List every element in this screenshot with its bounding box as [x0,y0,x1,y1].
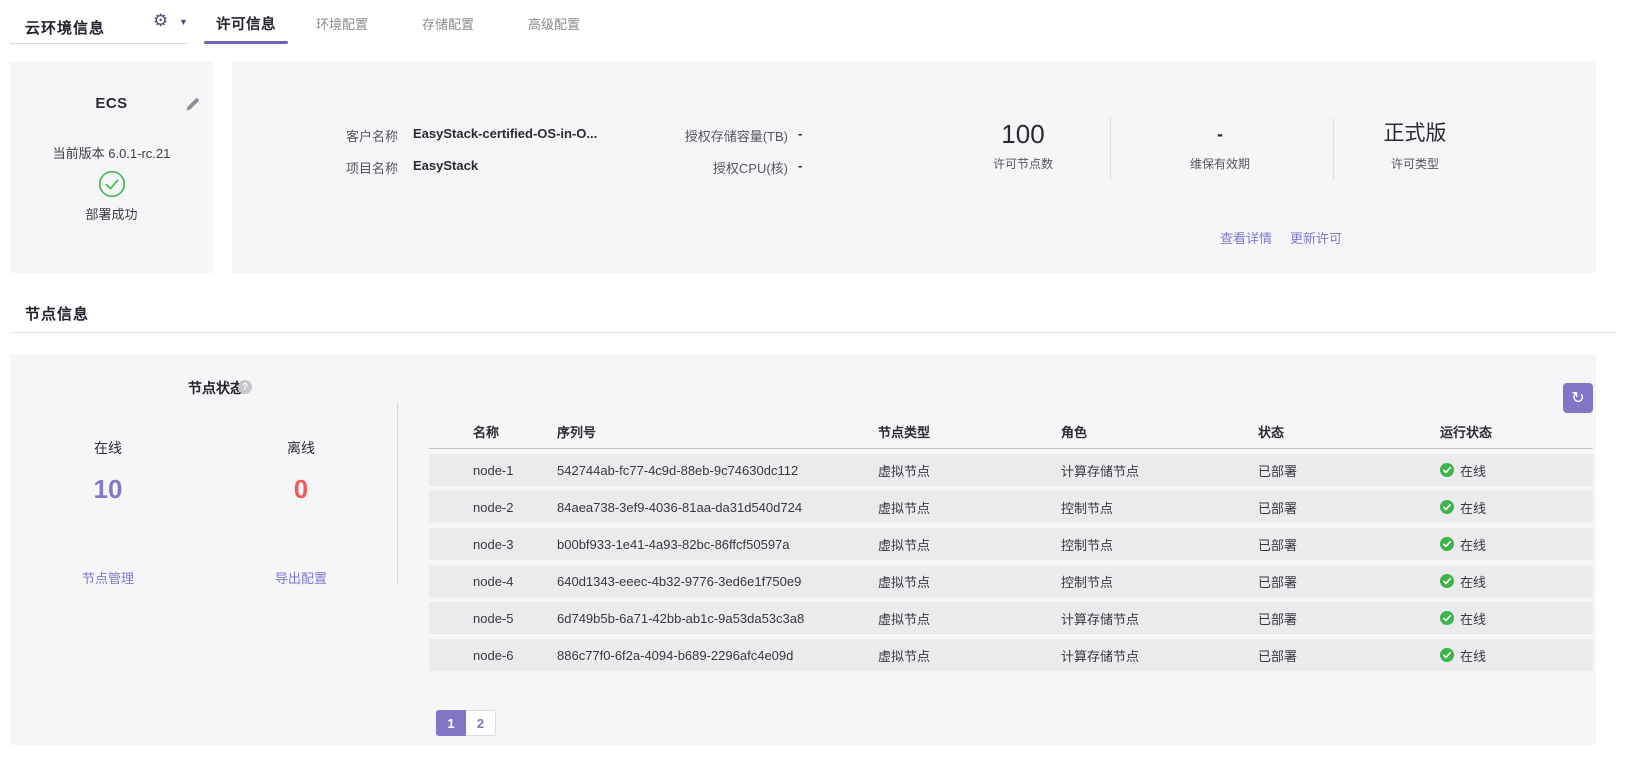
field-label-customer: 客户名称 [268,126,398,145]
col-name: 名称 [473,422,557,441]
table-row: node-1 542744ab-fc77-4c9d-88eb-9c74630dc… [429,454,1593,486]
success-check-icon [10,170,213,198]
cloud-env-screen: 云环境信息 ⚙ ▼ 许可信息 环境配置 存储配置 高级配置 ECS 当前版本 6… [0,0,1626,779]
gear-icon[interactable]: ⚙ [153,11,168,31]
title-divider [10,43,187,44]
node-manage-link[interactable]: 节点管理 [58,568,158,587]
col-serial: 序列号 [557,422,878,441]
offline-count: 0 [251,474,351,505]
refresh-button[interactable]: ↻ [1563,383,1593,413]
node-status-panel: 节点状态 ? 在线 10 离线 0 节点管理 导出配置 ↻ 名称 序列号 节点类… [10,354,1596,745]
node-info-title: 节点信息 [25,303,89,324]
online-status-icon [1440,611,1454,625]
caret-down-icon[interactable]: ▼ [179,17,188,27]
online-status-icon [1440,463,1454,477]
col-running-status: 运行状态 [1440,422,1593,441]
online-label: 在线 [58,438,158,458]
field-label-cpu: 授权CPU(核) [638,158,788,177]
online-status-icon [1440,537,1454,551]
pagination: 1 2 [436,710,496,736]
stat-divider [1333,118,1334,180]
tab-storage-config[interactable]: 存储配置 [410,0,486,47]
help-icon[interactable]: ? [238,380,252,394]
field-value-cpu: - [798,158,802,173]
license-links: 查看详情 更新许可 [1220,228,1342,247]
table-row: node-5 6d749b5b-6a71-42bb-ab1c-9a53da53c… [429,602,1593,634]
table-row: node-2 84aea738-3ef9-4036-81aa-da31d540d… [429,491,1593,523]
table-row: node-4 640d1343-eeec-4b32-9776-3ed6e1f75… [429,565,1593,597]
tab-advanced-config[interactable]: 高级配置 [516,0,592,47]
node-table: 名称 序列号 节点类型 角色 状态 运行状态 node-1 542744ab-f… [429,414,1593,671]
refresh-icon: ↻ [1571,388,1584,408]
online-count: 10 [58,474,158,505]
online-status-icon [1440,500,1454,514]
update-license-link[interactable]: 更新许可 [1290,228,1342,247]
license-panel: 客户名称 EasyStack-certified-OS-in-O... 授权存储… [232,62,1596,273]
col-node-type: 节点类型 [878,422,1061,441]
page-title: 云环境信息 [25,17,105,38]
offline-count-block: 离线 0 [251,438,351,505]
tab-license-info[interactable]: 许可信息 [204,0,288,47]
page-button-2[interactable]: 2 [466,710,496,736]
stat-license-type: 正式版 许可类型 [1335,120,1495,172]
tab-env-config[interactable]: 环境配置 [304,0,380,47]
vertical-divider [397,402,398,584]
table-row: node-3 b00bf933-1e41-4a93-82bc-86ffcf505… [429,528,1593,560]
field-label-project: 项目名称 [268,158,398,177]
stat-maintenance-validity: - 维保有效期 [1140,120,1300,172]
online-status-icon [1440,648,1454,662]
offline-label: 离线 [251,438,351,458]
table-header: 名称 序列号 节点类型 角色 状态 运行状态 [429,414,1593,449]
current-version: 当前版本 6.0.1-rc.21 [10,143,213,162]
page-button-1[interactable]: 1 [436,710,466,736]
field-label-storage-capacity: 授权存储容量(TB) [638,126,788,145]
online-status-icon [1440,574,1454,588]
col-role: 角色 [1061,422,1258,441]
edit-icon[interactable] [185,96,201,112]
online-count-block: 在线 10 [58,438,158,505]
stat-licensed-nodes: 100 许可节点数 [943,120,1103,172]
view-details-link[interactable]: 查看详情 [1220,228,1272,247]
table-row: node-6 886c77f0-6f2a-4094-b689-2296afc4e… [429,639,1593,671]
node-status-title: 节点状态 [188,378,244,398]
tab-bar: 许可信息 环境配置 存储配置 高级配置 [204,0,592,47]
stat-divider [1110,118,1111,180]
section-divider [10,332,1616,333]
export-config-link[interactable]: 导出配置 [251,568,351,587]
field-value-project: EasyStack [413,158,478,173]
col-status: 状态 [1258,422,1440,441]
deploy-status-text: 部署成功 [10,204,213,223]
product-name: ECS [10,95,213,112]
field-value-storage-capacity: - [798,126,802,141]
field-value-customer: EasyStack-certified-OS-in-O... [413,126,597,141]
product-card: ECS 当前版本 6.0.1-rc.21 部署成功 [10,62,213,273]
